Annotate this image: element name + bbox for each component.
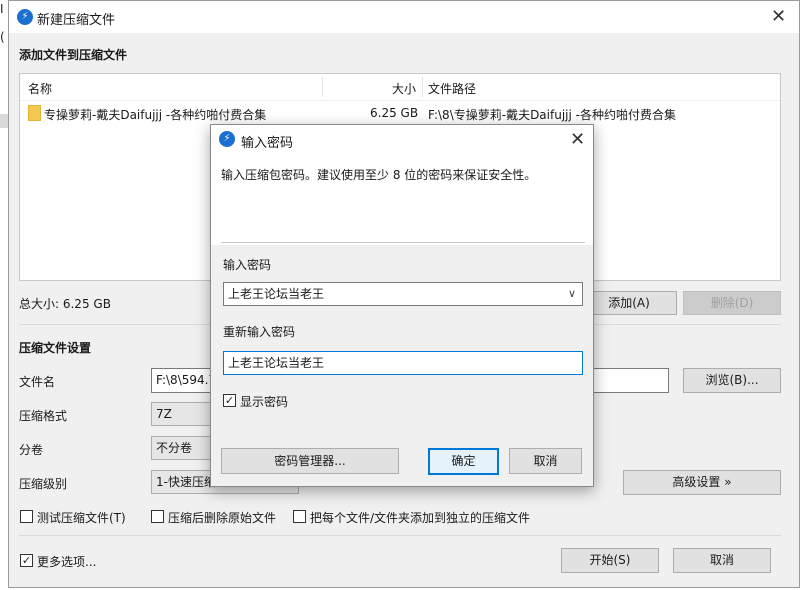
show-password-checkbox[interactable]: ✓ — [223, 394, 236, 407]
level-label: 压缩级别 — [19, 477, 68, 491]
folder-icon — [28, 105, 41, 121]
dialog-cancel-button[interactable]: 取消 — [509, 448, 582, 474]
test-archive-label[interactable]: 测试压缩文件(T) — [37, 509, 126, 526]
bandizip-icon: ⚡ — [219, 131, 235, 147]
reenter-password-input[interactable]: 上老王论坛当老王 — [223, 351, 583, 375]
dialog-description: 输入压缩包密码。建议使用至少 8 位的密码来保证安全性。 — [221, 168, 537, 182]
archive-settings-heading: 压缩文件设置 — [19, 341, 92, 355]
test-archive-checkbox[interactable] — [20, 510, 33, 523]
column-divider[interactable] — [422, 77, 423, 97]
background-text-fragment: ( — [0, 30, 5, 44]
ok-button[interactable]: 确定 — [428, 448, 499, 475]
delete-button[interactable]: 删除(D) — [683, 291, 781, 315]
split-label: 分卷 — [19, 443, 44, 457]
password-value: 上老王论坛当老王 — [228, 287, 325, 301]
reenter-password-label: 重新输入密码 — [223, 325, 296, 339]
more-options-checkbox[interactable]: ✓ — [20, 554, 33, 567]
divider — [19, 535, 781, 536]
add-button[interactable]: 添加(A) — [581, 291, 677, 315]
dialog-title: 输入密码 — [241, 136, 294, 151]
browse-button[interactable]: 浏览(B)... — [683, 368, 781, 393]
background-window — [0, 0, 8, 590]
separate-archives-checkbox[interactable] — [293, 510, 306, 523]
column-path[interactable]: 文件路径 — [428, 80, 476, 97]
more-options-label[interactable]: 更多选项... — [37, 553, 96, 570]
advanced-settings-button[interactable]: 高级设置 » — [623, 470, 781, 495]
password-label: 输入密码 — [223, 258, 272, 272]
column-size[interactable]: 大小 — [392, 80, 416, 97]
divider — [221, 242, 585, 243]
file-list-header: 名称 大小 文件路径 — [20, 74, 780, 101]
column-divider[interactable] — [322, 77, 323, 97]
separate-archives-label[interactable]: 把每个文件/文件夹添加到独立的压缩文件 — [310, 509, 530, 526]
background-text-fragment: I — [0, 2, 4, 16]
password-manager-button[interactable]: 密码管理器... — [221, 448, 399, 474]
delete-after-checkbox[interactable] — [151, 510, 164, 523]
delete-after-label[interactable]: 压缩后删除原始文件 — [168, 509, 276, 526]
bandizip-icon: ⚡ — [17, 9, 33, 25]
background-highlight — [0, 114, 8, 128]
chevron-down-icon[interactable]: ∨ — [568, 283, 576, 305]
file-name: 专操萝莉-戴夫Daifujjj -各种约啪付费合集 — [44, 108, 267, 122]
add-files-heading: 添加文件到压缩文件 — [19, 48, 128, 62]
window-title: 新建压缩文件 — [37, 13, 116, 28]
close-icon[interactable]: ✕ — [570, 131, 585, 149]
format-label: 压缩格式 — [19, 409, 68, 423]
file-path: F:\8\专操萝莉-戴夫Daifujjj -各种约啪付费合集 — [428, 108, 676, 122]
show-password-label[interactable]: 显示密码 — [240, 393, 288, 410]
password-input[interactable]: 上老王论坛当老王 ∨ — [223, 282, 583, 306]
close-icon[interactable]: ✕ — [771, 8, 786, 26]
file-size: 6.25 GB — [370, 106, 419, 120]
filename-label: 文件名 — [19, 375, 56, 389]
password-dialog: ⚡ 输入密码 ✕ 输入压缩包密码。建议使用至少 8 位的密码来保证安全性。 输入… — [210, 124, 594, 487]
column-name[interactable]: 名称 — [28, 80, 52, 97]
title-bar: ⚡ 新建压缩文件 ✕ — [9, 1, 799, 33]
start-button[interactable]: 开始(S) — [561, 548, 659, 573]
cancel-button[interactable]: 取消 — [673, 548, 771, 573]
total-size: 总大小: 6.25 GB — [19, 297, 111, 311]
